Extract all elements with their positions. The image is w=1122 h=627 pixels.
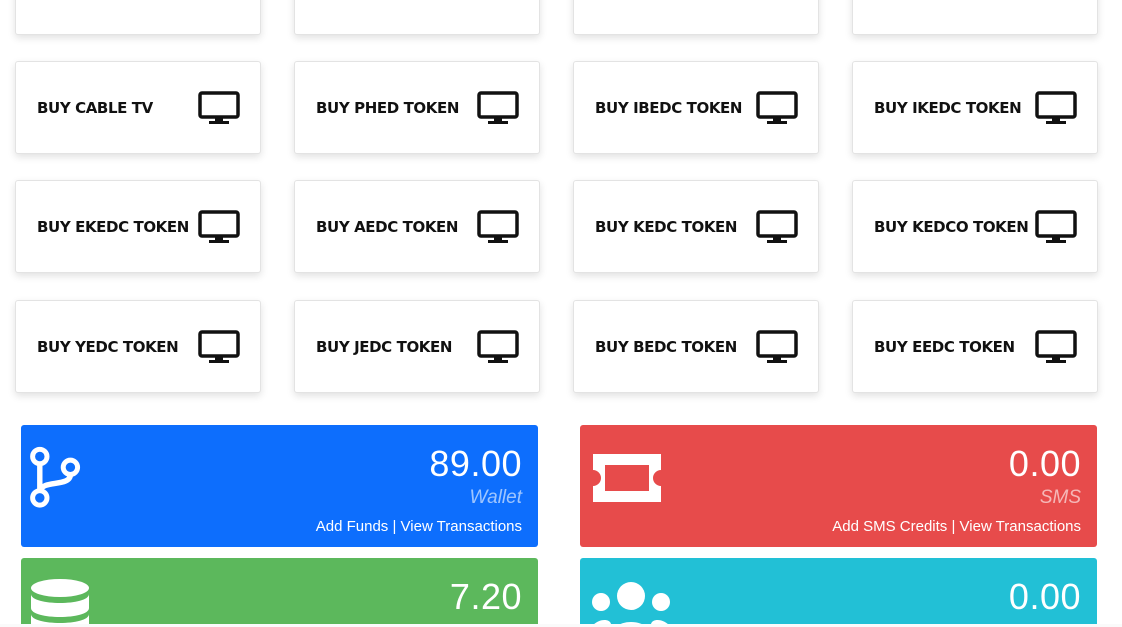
monitor-icon — [1035, 90, 1077, 124]
tile-label: BUY IKEDC TOKEN — [874, 98, 1022, 117]
users-icon — [591, 582, 671, 627]
link-separator: | — [947, 518, 960, 535]
sms-card: 0.00 SMS Add SMS Credits | View Transact… — [580, 425, 1097, 547]
tile-label: BUY YEDC TOKEN — [37, 337, 179, 356]
tile-label: BUY KEDC TOKEN — [595, 217, 738, 236]
monitor-icon — [756, 90, 798, 124]
tile-label: BUY CABLE TV — [37, 98, 153, 117]
service-tile-top-3[interactable] — [573, 0, 819, 35]
tile-buy-yedc-token[interactable]: BUY YEDC TOKEN — [15, 300, 261, 393]
tile-label: BUY BEDC TOKEN — [595, 337, 737, 356]
wallet-links: Add Funds | View Transactions — [316, 518, 522, 535]
monitor-icon — [198, 209, 240, 243]
wallet-card: 89.00 Wallet Add Funds | View Transactio… — [21, 425, 538, 547]
tile-buy-ikedc-token[interactable]: BUY IKEDC TOKEN — [852, 61, 1098, 154]
link-separator: | — [388, 518, 401, 535]
tile-label: BUY IBEDC TOKEN — [595, 98, 743, 117]
tile-buy-eedc-token[interactable]: BUY EEDC TOKEN — [852, 300, 1098, 393]
wallet-label: Wallet — [469, 487, 522, 508]
monitor-icon — [1035, 329, 1077, 363]
wallet-balance: 89.00 — [429, 443, 522, 484]
monitor-icon — [756, 209, 798, 243]
monitor-icon — [756, 329, 798, 363]
users-card: 0.00 — [580, 558, 1097, 627]
add-funds-link[interactable]: Add Funds — [316, 518, 389, 535]
service-tile-top-4[interactable] — [852, 0, 1098, 35]
view-transactions-link[interactable]: View Transactions — [960, 518, 1081, 535]
cashback-card: 7.20 — [21, 558, 538, 627]
sms-balance: 0.00 — [1008, 443, 1081, 484]
monitor-icon — [198, 329, 240, 363]
tile-buy-kedco-token[interactable]: BUY KEDCO TOKEN — [852, 180, 1098, 273]
tile-buy-ekedc-token[interactable]: BUY EKEDC TOKEN — [15, 180, 261, 273]
service-tile-top-2[interactable] — [294, 0, 540, 35]
monitor-icon — [477, 90, 519, 124]
monitor-icon — [198, 90, 240, 124]
users-balance: 0.00 — [1008, 576, 1081, 617]
service-tile-top-1[interactable] — [15, 0, 261, 35]
tile-label: BUY AEDC TOKEN — [316, 217, 459, 236]
tile-buy-ibedc-token[interactable]: BUY IBEDC TOKEN — [573, 61, 819, 154]
sms-label: SMS — [1039, 487, 1081, 508]
tile-label: BUY PHED TOKEN — [316, 98, 459, 117]
tile-buy-cable-tv[interactable]: BUY CABLE TV — [15, 61, 261, 154]
tile-label: BUY JEDC TOKEN — [316, 337, 453, 356]
tile-buy-kedc-token[interactable]: BUY KEDC TOKEN — [573, 180, 819, 273]
ticket-icon — [593, 454, 661, 502]
tile-buy-phed-token[interactable]: BUY PHED TOKEN — [294, 61, 540, 154]
monitor-icon — [1035, 209, 1077, 243]
tile-buy-bedc-token[interactable]: BUY BEDC TOKEN — [573, 300, 819, 393]
add-sms-credits-link[interactable]: Add SMS Credits — [832, 518, 947, 535]
tile-label: BUY EEDC TOKEN — [874, 337, 1015, 356]
database-icon — [31, 579, 89, 627]
cashback-balance: 7.20 — [449, 576, 522, 617]
code-branch-icon — [30, 446, 81, 508]
tile-buy-aedc-token[interactable]: BUY AEDC TOKEN — [294, 180, 540, 273]
monitor-icon — [477, 209, 519, 243]
tile-label: BUY EKEDC TOKEN — [37, 217, 189, 236]
sms-links: Add SMS Credits | View Transactions — [832, 518, 1081, 535]
tile-buy-jedc-token[interactable]: BUY JEDC TOKEN — [294, 300, 540, 393]
tile-label: BUY KEDCO TOKEN — [874, 217, 1029, 236]
view-transactions-link[interactable]: View Transactions — [401, 518, 522, 535]
monitor-icon — [477, 329, 519, 363]
